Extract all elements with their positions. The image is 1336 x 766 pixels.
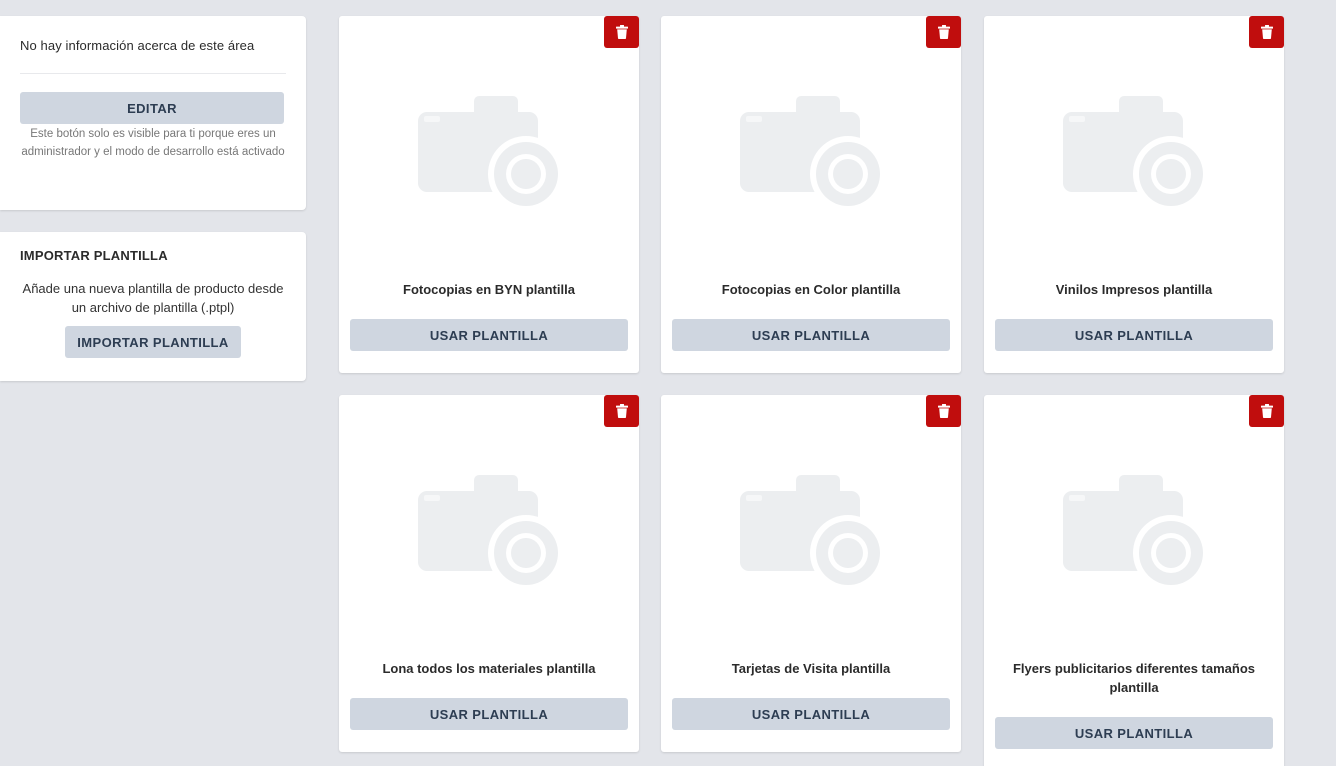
camera-icon xyxy=(740,96,882,212)
camera-icon xyxy=(1063,96,1205,212)
template-card: Fotocopias en Color plantilla USAR PLANT… xyxy=(661,16,961,373)
import-template-card: IMPORTAR PLANTILLA Añade una nueva plant… xyxy=(0,232,306,381)
template-card: Tarjetas de Visita plantilla USAR PLANTI… xyxy=(661,395,961,752)
camera-icon xyxy=(1063,475,1205,591)
import-template-button[interactable]: IMPORTAR PLANTILLA xyxy=(65,326,241,358)
camera-icon xyxy=(740,475,882,591)
template-card: Fotocopias en BYN plantilla USAR PLANTIL… xyxy=(339,16,639,373)
template-title: Fotocopias en Color plantilla xyxy=(721,282,901,297)
delete-template-button[interactable] xyxy=(926,16,961,48)
trash-icon xyxy=(615,404,628,418)
delete-template-button[interactable] xyxy=(926,395,961,427)
use-template-button[interactable]: USAR PLANTILLA xyxy=(672,319,950,351)
divider xyxy=(20,73,286,74)
trash-icon xyxy=(1260,25,1273,39)
use-template-button[interactable]: USAR PLANTILLA xyxy=(350,698,628,730)
trash-icon xyxy=(937,25,950,39)
camera-icon xyxy=(418,475,560,591)
use-template-button[interactable]: USAR PLANTILLA xyxy=(350,319,628,351)
template-title: Fotocopias en BYN plantilla xyxy=(403,282,575,297)
info-text: No hay información acerca de este área xyxy=(20,38,255,53)
use-template-button[interactable]: USAR PLANTILLA xyxy=(995,717,1273,749)
use-template-button[interactable]: USAR PLANTILLA xyxy=(995,319,1273,351)
edit-button[interactable]: EDITAR xyxy=(20,92,284,124)
delete-template-button[interactable] xyxy=(1249,395,1284,427)
trash-icon xyxy=(615,25,628,39)
template-title: Lona todos los materiales plantilla xyxy=(382,661,596,676)
import-template-description: Añade una nueva plantilla de producto de… xyxy=(22,281,284,315)
delete-template-button[interactable] xyxy=(604,395,639,427)
trash-icon xyxy=(1260,404,1273,418)
info-card: No hay información acerca de este área E… xyxy=(0,16,306,210)
use-template-button[interactable]: USAR PLANTILLA xyxy=(672,698,950,730)
template-card: Flyers publicitarios diferentes tamaños … xyxy=(984,395,1284,766)
template-title: Flyers publicitarios diferentes tamaños … xyxy=(1012,661,1256,695)
delete-template-button[interactable] xyxy=(604,16,639,48)
delete-template-button[interactable] xyxy=(1249,16,1284,48)
template-card: Vinilos Impresos plantilla USAR PLANTILL… xyxy=(984,16,1284,373)
template-title: Vinilos Impresos plantilla xyxy=(1055,282,1213,297)
import-template-title: IMPORTAR PLANTILLA xyxy=(20,248,168,263)
template-card: Lona todos los materiales plantilla USAR… xyxy=(339,395,639,752)
template-title: Tarjetas de Visita plantilla xyxy=(731,661,891,676)
trash-icon xyxy=(937,404,950,418)
camera-icon xyxy=(418,96,560,212)
admin-note: Este botón solo es visible para ti porqu… xyxy=(21,128,285,158)
